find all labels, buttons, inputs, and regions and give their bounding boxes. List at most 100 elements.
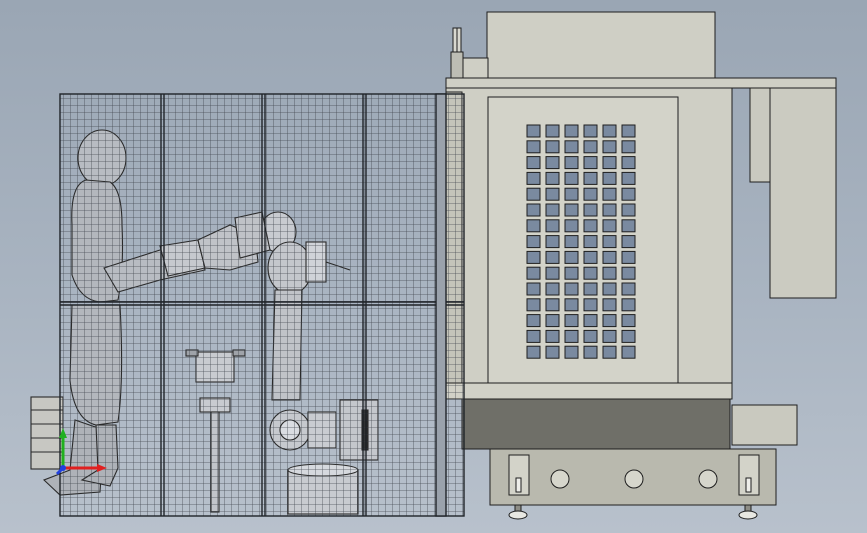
window-cell xyxy=(564,298,579,312)
window-cell xyxy=(564,314,579,328)
window-cell xyxy=(583,124,598,138)
window-cell xyxy=(602,282,617,296)
window-cell xyxy=(583,187,598,201)
window-cell xyxy=(564,219,579,233)
window-cell xyxy=(526,156,541,170)
leveling-foot xyxy=(508,504,528,520)
window-cell xyxy=(602,140,617,154)
window-cell xyxy=(583,329,598,343)
window-cell xyxy=(564,266,579,280)
window-cell xyxy=(621,250,636,264)
window-cell xyxy=(545,250,560,264)
window-cell xyxy=(564,282,579,296)
window-cell xyxy=(583,171,598,185)
window-cell xyxy=(621,235,636,249)
window-cell xyxy=(545,266,560,280)
signal-tower-icon xyxy=(450,27,464,81)
window-cell xyxy=(526,282,541,296)
window-cell xyxy=(564,171,579,185)
window-cell xyxy=(621,171,636,185)
window-cell xyxy=(545,219,560,233)
window-cell xyxy=(545,298,560,312)
base-wheel xyxy=(550,469,570,489)
machine-tool xyxy=(437,11,837,520)
safety-fence xyxy=(59,93,465,517)
machine-base-shadow xyxy=(461,398,731,450)
cad-scene xyxy=(30,11,837,520)
window-cell xyxy=(564,140,579,154)
window-cell xyxy=(621,187,636,201)
window-cell xyxy=(602,171,617,185)
window-cell xyxy=(583,250,598,264)
machine-roof xyxy=(445,77,837,89)
window-cell xyxy=(583,156,598,170)
cad-viewport[interactable] xyxy=(0,0,867,533)
window-cell xyxy=(602,187,617,201)
window-cell xyxy=(545,314,560,328)
machine-door xyxy=(487,96,679,384)
window-cell xyxy=(526,298,541,312)
leveling-foot xyxy=(738,504,758,520)
window-cell xyxy=(545,203,560,217)
window-cell xyxy=(602,250,617,264)
window-cell xyxy=(526,235,541,249)
window-cell xyxy=(564,124,579,138)
window-cell xyxy=(545,282,560,296)
window-cell xyxy=(583,282,598,296)
window-cell xyxy=(602,156,617,170)
window-cell xyxy=(583,266,598,280)
side-stack xyxy=(30,396,64,470)
window-cell xyxy=(621,298,636,312)
window-cell xyxy=(583,140,598,154)
machine-top-step xyxy=(461,57,489,81)
window-cell xyxy=(545,171,560,185)
window-cell xyxy=(526,187,541,201)
window-cell xyxy=(621,314,636,328)
window-cell xyxy=(545,329,560,343)
window-cell xyxy=(545,187,560,201)
window-cell xyxy=(621,282,636,296)
base-wheel xyxy=(698,469,718,489)
window-cell xyxy=(621,266,636,280)
machine-chip-tray xyxy=(731,404,798,446)
window-cell xyxy=(526,266,541,280)
window-cell xyxy=(526,250,541,264)
window-cell xyxy=(545,156,560,170)
base-wheel xyxy=(624,469,644,489)
window-cell xyxy=(602,314,617,328)
machine-right-panel xyxy=(749,87,771,183)
window-cell xyxy=(564,235,579,249)
window-cell xyxy=(583,203,598,217)
window-cell xyxy=(602,124,617,138)
window-cell xyxy=(526,203,541,217)
window-cell xyxy=(545,345,560,359)
window-cell xyxy=(621,140,636,154)
window-cell xyxy=(564,250,579,264)
window-cell xyxy=(602,266,617,280)
machine-top-housing xyxy=(486,11,716,81)
window-cell xyxy=(526,124,541,138)
window-cell xyxy=(621,203,636,217)
window-cell xyxy=(602,203,617,217)
window-cell xyxy=(602,345,617,359)
window-cell xyxy=(602,329,617,343)
window-cell xyxy=(583,314,598,328)
window-cell xyxy=(564,329,579,343)
window-cell xyxy=(621,345,636,359)
window-cell xyxy=(602,235,617,249)
window-cell xyxy=(564,156,579,170)
window-cell xyxy=(564,187,579,201)
window-cell xyxy=(621,124,636,138)
window-cell xyxy=(621,219,636,233)
window-cell xyxy=(526,314,541,328)
window-cell xyxy=(526,219,541,233)
window-cell xyxy=(545,140,560,154)
machine-control-cabinet xyxy=(769,87,837,299)
window-cell xyxy=(526,329,541,343)
window-cell xyxy=(545,124,560,138)
window-cell xyxy=(621,156,636,170)
window-cell xyxy=(526,345,541,359)
window-cell xyxy=(526,140,541,154)
window-cell xyxy=(583,298,598,312)
window-cell xyxy=(545,235,560,249)
